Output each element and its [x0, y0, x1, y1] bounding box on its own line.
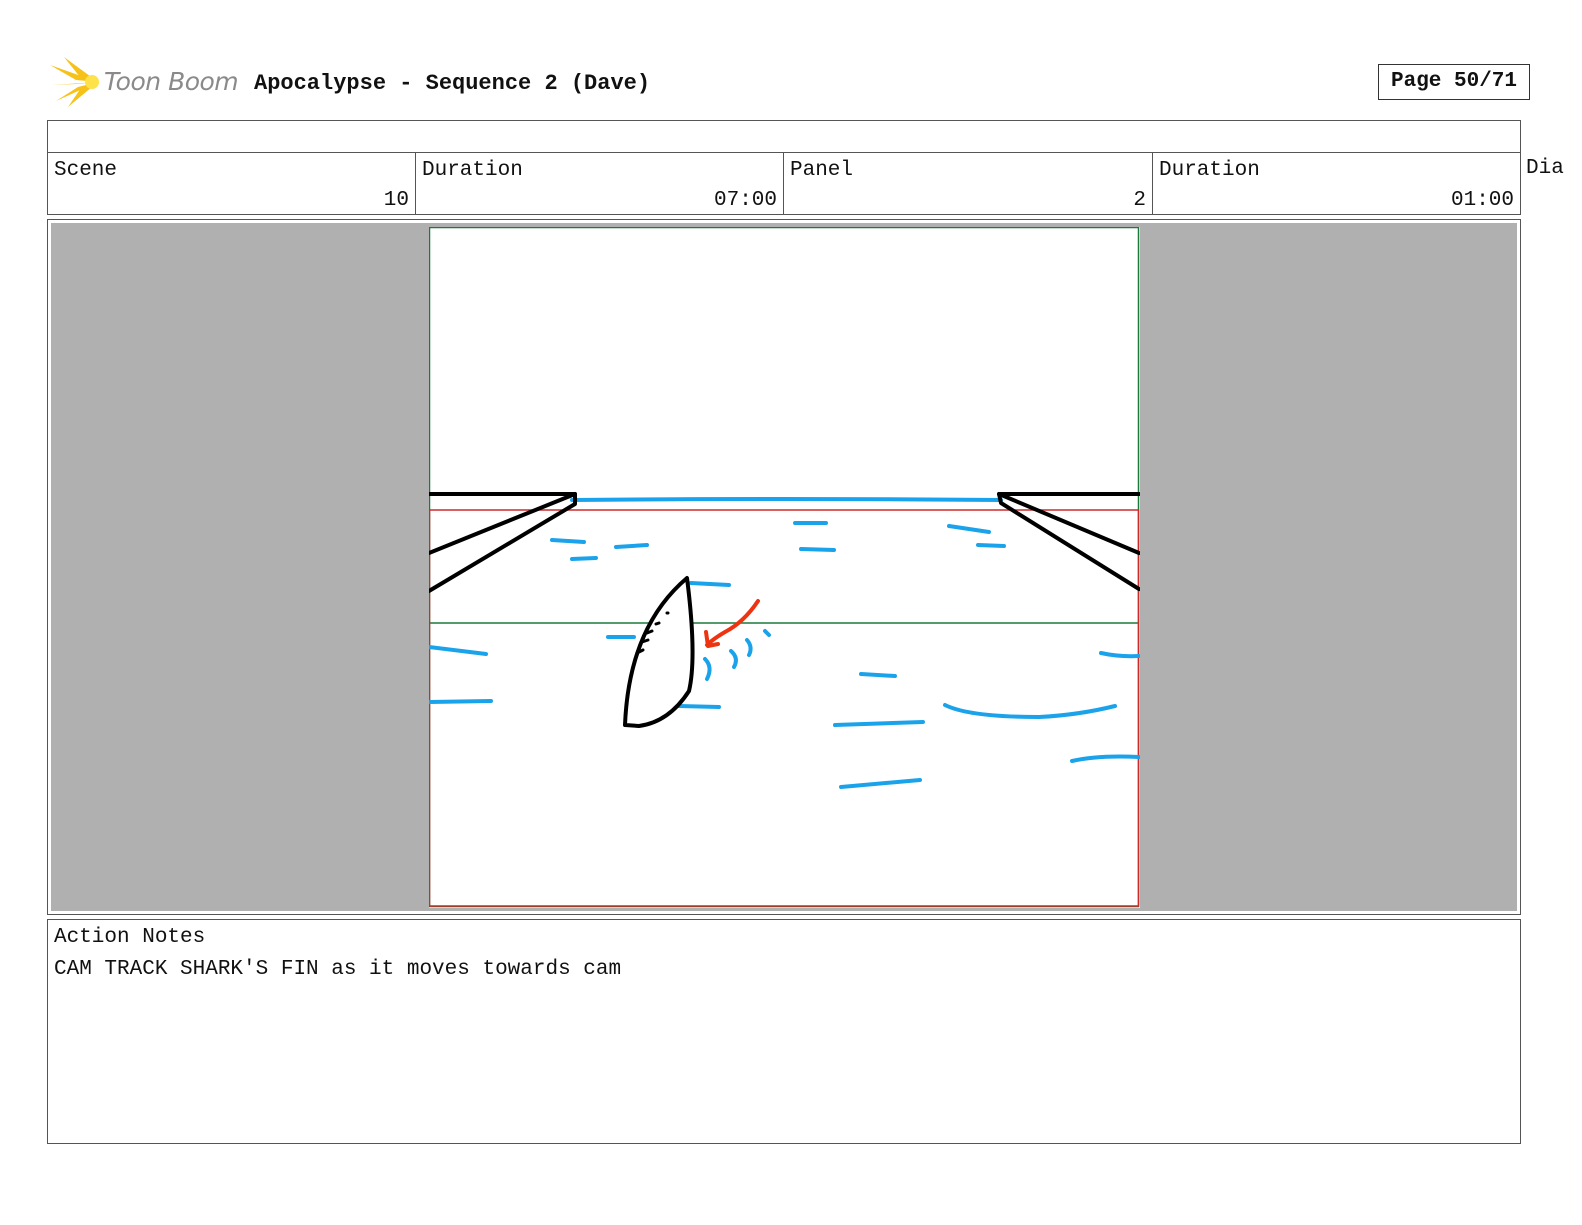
- scene-duration-label: Duration: [422, 159, 523, 182]
- shark-fin: [623, 576, 695, 728]
- camera-frame: [429, 227, 1140, 908]
- horizon-line: [570, 497, 1003, 502]
- action-notes-text: CAM TRACK SHARK'S FIN as it moves toward…: [54, 958, 622, 981]
- document-title: Apocalypse - Sequence 2 (Dave): [254, 71, 651, 96]
- storyboard-drawing: [429, 227, 1140, 908]
- shark-fin-sketch: [429, 227, 1140, 908]
- dialog-label: Dia: [1526, 157, 1564, 180]
- scene-duration-value: 07:00: [713, 189, 777, 212]
- scene-value: 10: [383, 189, 409, 212]
- toon-boom-logo: Toon Boom: [50, 55, 250, 111]
- right-pier: [997, 492, 1140, 591]
- scene-label: Scene: [54, 159, 118, 182]
- water-strokes: [429, 521, 1140, 789]
- action-notes: Action Notes CAM TRACK SHARK'S FIN as it…: [47, 919, 1521, 1144]
- starburst-icon: [50, 57, 99, 107]
- panel-duration-value: 01:00: [1450, 189, 1514, 212]
- panel-cell: Panel 2: [784, 153, 1153, 215]
- panel-value: 2: [1133, 189, 1146, 212]
- scene-cell: Scene 10: [48, 153, 416, 215]
- panel-duration-cell: Duration 01:00: [1153, 153, 1520, 215]
- safe-frame: [429, 509, 1140, 907]
- scene-duration-cell: Duration 07:00: [416, 153, 784, 215]
- page-header: Toon Boom Apocalypse - Sequence 2 (Dave)…: [50, 55, 1530, 111]
- panel-label: Panel: [790, 159, 854, 182]
- panel-duration-label: Duration: [1159, 159, 1260, 182]
- action-notes-label: Action Notes: [54, 926, 206, 949]
- info-table-top-row: [48, 121, 1520, 153]
- page-number: Page 50/71: [1378, 64, 1530, 100]
- left-pier: [429, 492, 577, 593]
- brand-name: Toon Boom: [104, 67, 239, 96]
- info-table: Scene 10 Duration 07:00 Panel 2 Duration…: [47, 120, 1521, 215]
